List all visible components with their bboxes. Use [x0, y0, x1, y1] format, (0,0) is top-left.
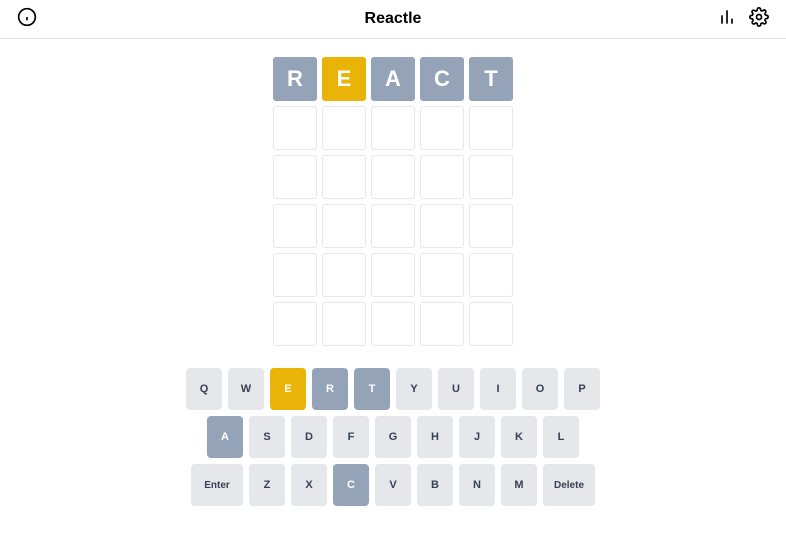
game-area: REACT QWERTYUIOPASDFGHJKLEnterZXCVBNMDel… [0, 39, 786, 534]
key-m[interactable]: M [501, 464, 537, 506]
board-row [273, 106, 513, 150]
key-n[interactable]: N [459, 464, 495, 506]
game-board: REACT [273, 57, 513, 346]
tile [371, 204, 415, 248]
key-g[interactable]: G [375, 416, 411, 458]
board-row [273, 155, 513, 199]
tile [322, 253, 366, 297]
tile [469, 204, 513, 248]
key-p[interactable]: P [564, 368, 600, 410]
tile [371, 253, 415, 297]
tile [273, 106, 317, 150]
key-enter[interactable]: Enter [191, 464, 243, 506]
key-f[interactable]: F [333, 416, 369, 458]
tile: E [322, 57, 366, 101]
tile [469, 253, 513, 297]
info-button[interactable] [16, 8, 38, 30]
settings-button[interactable] [748, 8, 770, 30]
tile [469, 106, 513, 150]
board-row [273, 302, 513, 346]
tile [371, 155, 415, 199]
tile [469, 155, 513, 199]
keyboard-row: ASDFGHJKL [207, 416, 579, 458]
tile [420, 302, 464, 346]
key-i[interactable]: I [480, 368, 516, 410]
keyboard-row: EnterZXCVBNMDelete [191, 464, 595, 506]
tile [322, 106, 366, 150]
key-t[interactable]: T [354, 368, 390, 410]
tile [273, 155, 317, 199]
key-o[interactable]: O [522, 368, 558, 410]
tile: C [420, 57, 464, 101]
key-b[interactable]: B [417, 464, 453, 506]
tile [420, 155, 464, 199]
gear-icon [749, 7, 769, 32]
board-row [273, 253, 513, 297]
tile [371, 302, 415, 346]
tile: T [469, 57, 513, 101]
tile [273, 204, 317, 248]
keyboard-row: QWERTYUIOP [186, 368, 600, 410]
stats-button[interactable] [716, 8, 738, 30]
board-row: REACT [273, 57, 513, 101]
key-r[interactable]: R [312, 368, 348, 410]
key-c[interactable]: C [333, 464, 369, 506]
key-d[interactable]: D [291, 416, 327, 458]
chart-icon [717, 7, 737, 32]
header: Reactle [0, 0, 786, 39]
keyboard: QWERTYUIOP ASDFGHJKL EnterZXCVBNMDelete [186, 368, 600, 506]
tile [420, 106, 464, 150]
tile: A [371, 57, 415, 101]
key-s[interactable]: S [249, 416, 285, 458]
key-z[interactable]: Z [249, 464, 285, 506]
key-l[interactable]: L [543, 416, 579, 458]
tile [371, 106, 415, 150]
key-y[interactable]: Y [396, 368, 432, 410]
tile [322, 155, 366, 199]
key-e[interactable]: E [270, 368, 306, 410]
key-x[interactable]: X [291, 464, 327, 506]
tile [420, 253, 464, 297]
info-icon [17, 7, 37, 32]
tile [322, 302, 366, 346]
header-right [710, 8, 770, 30]
key-v[interactable]: V [375, 464, 411, 506]
header-left [16, 8, 76, 30]
tile [322, 204, 366, 248]
board-row [273, 204, 513, 248]
key-w[interactable]: W [228, 368, 264, 410]
tile [273, 302, 317, 346]
key-k[interactable]: K [501, 416, 537, 458]
key-q[interactable]: Q [186, 368, 222, 410]
key-a[interactable]: A [207, 416, 243, 458]
key-j[interactable]: J [459, 416, 495, 458]
key-delete[interactable]: Delete [543, 464, 595, 506]
tile [420, 204, 464, 248]
tile [469, 302, 513, 346]
tile [273, 253, 317, 297]
key-h[interactable]: H [417, 416, 453, 458]
tile: R [273, 57, 317, 101]
key-u[interactable]: U [438, 368, 474, 410]
page-title: Reactle [76, 10, 710, 28]
